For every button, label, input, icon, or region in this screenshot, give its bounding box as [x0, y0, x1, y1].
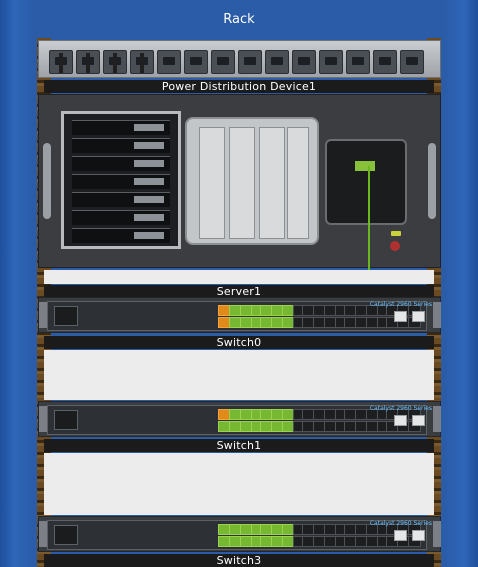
- switch-uplink-port[interactable]: [412, 311, 425, 322]
- switch3-brand: Catalyst 2960 Series: [369, 520, 432, 527]
- server-handle-left: [43, 143, 51, 219]
- server-power-supply: [185, 117, 319, 245]
- device-label-switch3: Switch3: [44, 554, 434, 567]
- pdu-outlet[interactable]: [103, 50, 127, 74]
- pdu-outlet[interactable]: [130, 50, 154, 74]
- device-label-pdu: Power Distribution Device1: [44, 80, 434, 93]
- power-distribution-device[interactable]: [38, 40, 441, 78]
- device-label-switch0: Switch0: [44, 336, 434, 349]
- server-drive: [72, 120, 170, 135]
- server-network-card[interactable]: [325, 139, 407, 225]
- pdu-outlet[interactable]: [346, 50, 370, 74]
- switch0-brand: Catalyst 2960 Series: [369, 301, 432, 308]
- switch1-brand: Catalyst 2960 Series: [369, 405, 432, 412]
- switch3-device[interactable]: Catalyst 2960 Series: [38, 516, 441, 552]
- server-drive: [72, 174, 170, 189]
- server-drive-bay: [61, 111, 181, 249]
- server-device[interactable]: [38, 94, 441, 268]
- pdu-outlet[interactable]: [373, 50, 397, 74]
- server-drive: [72, 228, 170, 243]
- server-cable: [368, 166, 370, 270]
- pdu-outlet[interactable]: [184, 50, 208, 74]
- server-drive: [72, 138, 170, 153]
- rack-blank-space: [44, 350, 434, 400]
- device-label-switch1: Switch1: [44, 439, 434, 452]
- rack-blank-space: [44, 270, 434, 284]
- server-handle-right: [428, 143, 436, 219]
- pdu-outlet[interactable]: [76, 50, 100, 74]
- switch1-device[interactable]: Catalyst 2960 Series: [38, 401, 441, 437]
- pdu-outlet[interactable]: [211, 50, 235, 74]
- switch-status-panel: [54, 410, 78, 430]
- rack-title-text: Rack: [223, 11, 255, 27]
- pdu-outlet[interactable]: [238, 50, 262, 74]
- pdu-outlet[interactable]: [49, 50, 73, 74]
- switch-uplink-port[interactable]: [412, 530, 425, 541]
- switch-status-panel: [54, 306, 78, 326]
- server-power-button[interactable]: [390, 241, 400, 251]
- server-drive: [72, 210, 170, 225]
- server-drive: [72, 156, 170, 171]
- server-nic-port[interactable]: [355, 161, 375, 171]
- switch-uplink-port[interactable]: [394, 415, 407, 426]
- server-drive: [72, 192, 170, 207]
- rack-title: Rack: [37, 0, 441, 38]
- pdu-outlet[interactable]: [265, 50, 289, 74]
- rack-blank-space: [44, 453, 434, 515]
- switch-uplink-port[interactable]: [412, 415, 425, 426]
- switch-status-panel: [54, 525, 78, 545]
- switch-uplink-port[interactable]: [394, 311, 407, 322]
- pdu-outlet[interactable]: [319, 50, 343, 74]
- pdu-outlet[interactable]: [292, 50, 316, 74]
- pdu-outlet[interactable]: [400, 50, 424, 74]
- server-status-led: [391, 231, 401, 236]
- pdu-outlet[interactable]: [157, 50, 181, 74]
- switch0-device[interactable]: Catalyst 2960 Series: [38, 297, 441, 333]
- switch-uplink-port[interactable]: [394, 530, 407, 541]
